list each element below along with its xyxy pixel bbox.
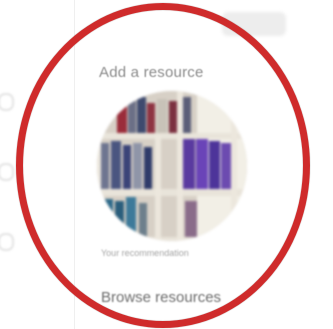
bookshelf-illustration xyxy=(97,91,247,241)
browse-resources-heading: Browse resources xyxy=(101,289,222,306)
bookshelf-image[interactable] xyxy=(97,91,247,241)
add-resource-heading: Add a resource xyxy=(99,64,204,81)
sidebar-nav-icon[interactable] xyxy=(0,93,14,111)
top-action-button[interactable] xyxy=(222,12,286,36)
sidebar-nav-icon[interactable] xyxy=(0,163,14,181)
card-border xyxy=(74,0,75,329)
sidebar-nav-icon[interactable] xyxy=(0,233,14,251)
image-caption: Your recommendation xyxy=(101,248,189,258)
screenshot-stage: Add a resource Your recommendation Brows… xyxy=(0,0,333,329)
